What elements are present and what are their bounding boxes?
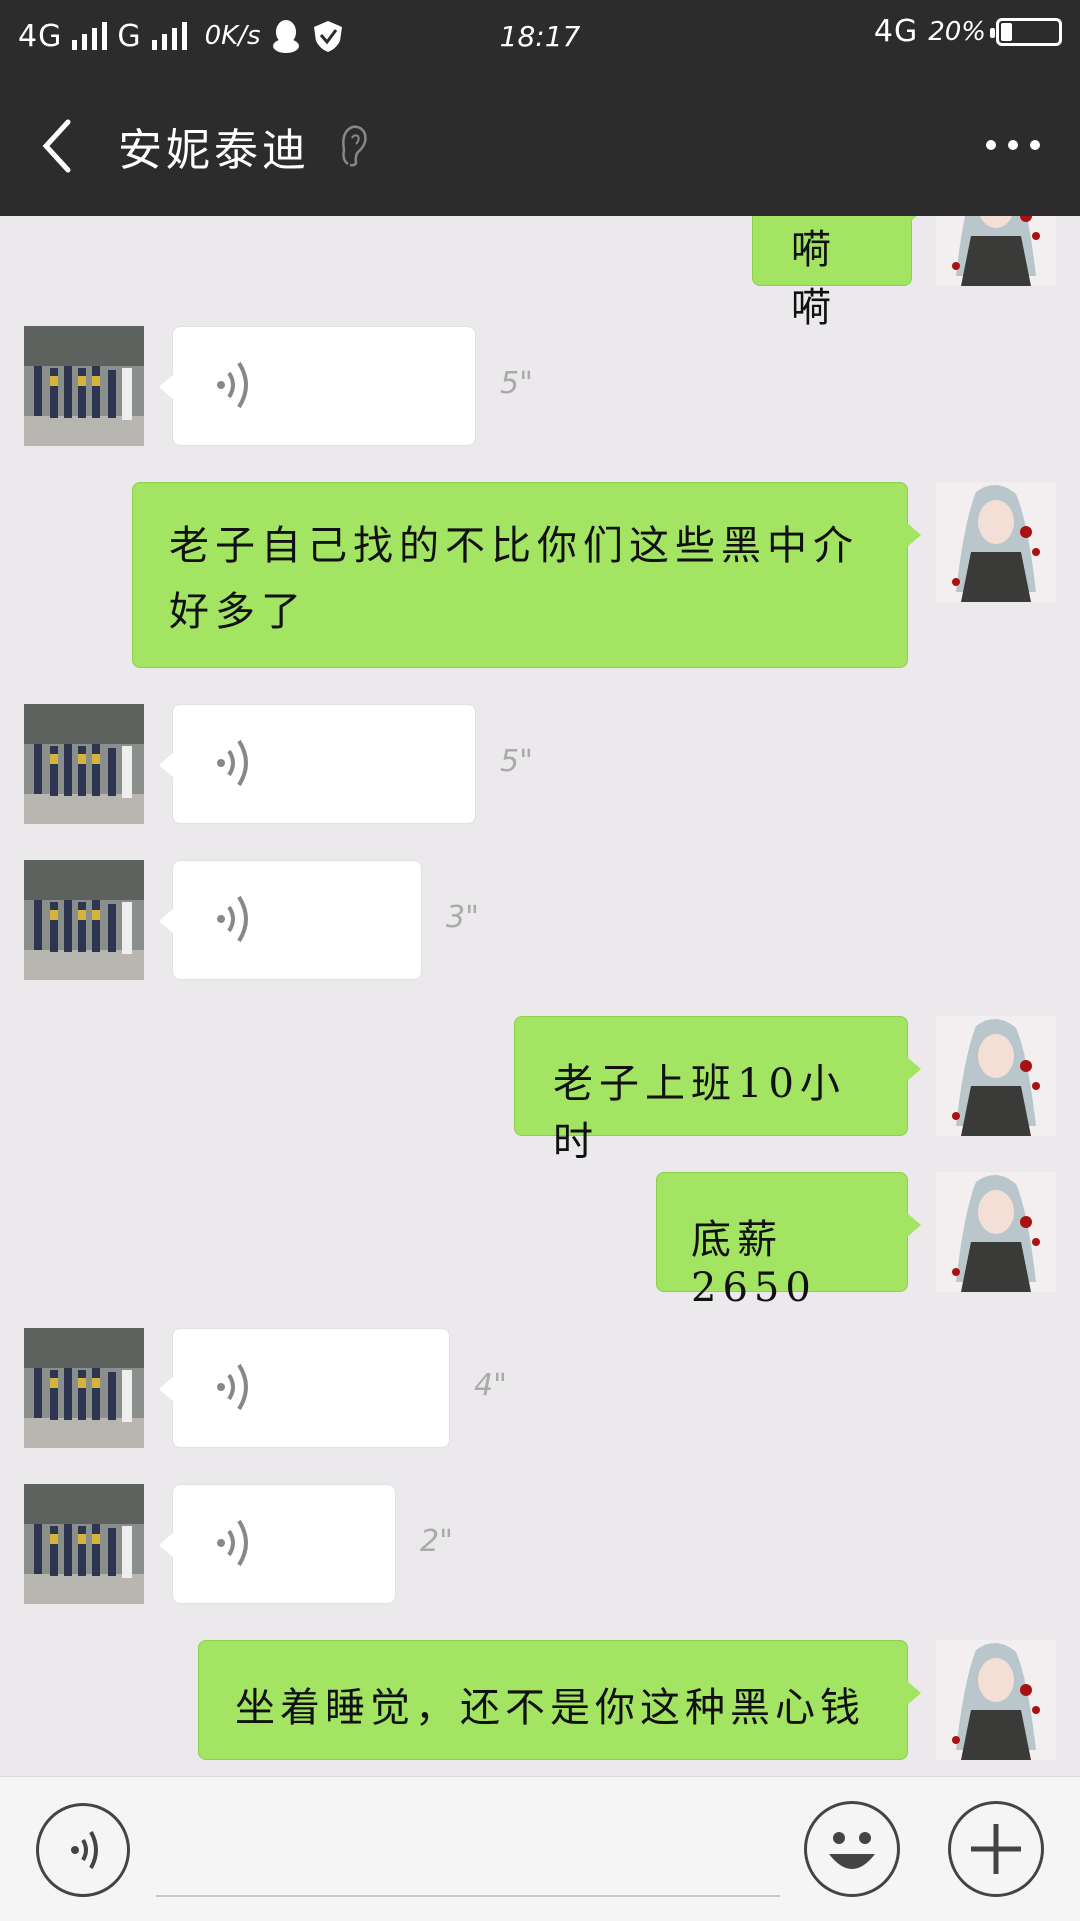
voice-mode-glyph xyxy=(71,1831,98,1869)
sent-message-bubble[interactable]: 老子上班10小时 xyxy=(514,1016,921,1165)
message-row: 嗬嗬 xyxy=(0,216,1080,331)
voice-message-bubble[interactable] xyxy=(159,326,476,446)
message-row: 老子上班10小时 xyxy=(0,1016,1080,1165)
my-avatar[interactable] xyxy=(936,482,1056,602)
message-row: 5" xyxy=(0,326,1080,446)
voice-wave-icon xyxy=(217,1519,248,1567)
sent-message-bubble[interactable]: 坐着睡觉，还不是你这种黑心钱 xyxy=(198,1640,921,1760)
voice-wave-icon xyxy=(217,895,248,943)
voice-message-bubble[interactable] xyxy=(159,860,422,980)
voice-message-bubble[interactable] xyxy=(159,1484,396,1604)
voice-duration: 5" xyxy=(500,366,533,401)
message-list[interactable]: 嗬嗬 5" 老子自己找的不比你们这些黑中介好多了 5" 3" 老子上班10小时 xyxy=(0,216,1080,1776)
ear-icon[interactable] xyxy=(340,124,368,168)
message-row: 5" xyxy=(0,704,1080,824)
battery-icon xyxy=(990,17,1062,46)
message-row: 底薪2650 xyxy=(0,1172,1080,1311)
my-avatar[interactable] xyxy=(936,1172,1056,1292)
plus-icon[interactable] xyxy=(948,1801,1044,1897)
more-icon[interactable] xyxy=(986,140,1040,150)
contact-avatar[interactable] xyxy=(24,860,144,980)
contact-avatar[interactable] xyxy=(24,326,144,446)
contact-avatar[interactable] xyxy=(24,704,144,824)
voice-message-bubble[interactable] xyxy=(159,704,476,824)
voice-wave-icon xyxy=(217,1363,248,1411)
input-bar xyxy=(0,1776,1080,1921)
sent-message-bubble[interactable]: 嗬嗬 xyxy=(752,216,925,331)
contact-name: 安妮泰迪 xyxy=(118,125,310,176)
voice-message-bubble[interactable] xyxy=(159,1328,450,1448)
voice-duration: 3" xyxy=(446,900,479,935)
emoji-icon[interactable] xyxy=(804,1801,900,1897)
my-avatar[interactable] xyxy=(936,216,1056,286)
text-input-underline[interactable] xyxy=(156,1895,780,1897)
contact-avatar[interactable] xyxy=(24,1484,144,1604)
voice-duration: 4" xyxy=(474,1368,507,1403)
battery-percent: 20% xyxy=(928,16,986,47)
chat-header: 安妮泰迪 xyxy=(0,74,1080,216)
emoji-glyph xyxy=(829,1832,875,1869)
voice-wave-icon xyxy=(217,361,248,409)
voice-mode-icon[interactable] xyxy=(36,1803,130,1897)
chevron-left-icon[interactable] xyxy=(38,118,78,174)
network-type-right: 4G xyxy=(873,14,919,49)
status-bar: 4G G 0K/s 18:17 4G 20% xyxy=(0,0,1080,74)
message-row: 老子自己找的不比你们这些黑中介好多了 xyxy=(0,482,1080,668)
message-row: 坐着睡觉，还不是你这种黑心钱 xyxy=(0,1640,1080,1760)
battery-level xyxy=(1001,22,1012,41)
message-row: 3" xyxy=(0,860,1080,980)
status-right: 4G 20% xyxy=(874,14,1062,49)
my-avatar[interactable] xyxy=(936,1016,1056,1136)
voice-wave-icon xyxy=(217,739,248,787)
sent-message-bubble[interactable]: 底薪2650 xyxy=(656,1172,921,1311)
message-row: 2" xyxy=(0,1484,1080,1604)
voice-duration: 2" xyxy=(420,1524,453,1559)
my-avatar[interactable] xyxy=(936,1640,1056,1760)
voice-duration: 5" xyxy=(500,744,533,779)
message-row: 4" xyxy=(0,1328,1080,1448)
sent-message-bubble[interactable]: 老子自己找的不比你们这些黑中介好多了 xyxy=(132,482,921,668)
contact-avatar[interactable] xyxy=(24,1328,144,1448)
plus-glyph xyxy=(971,1824,1021,1874)
